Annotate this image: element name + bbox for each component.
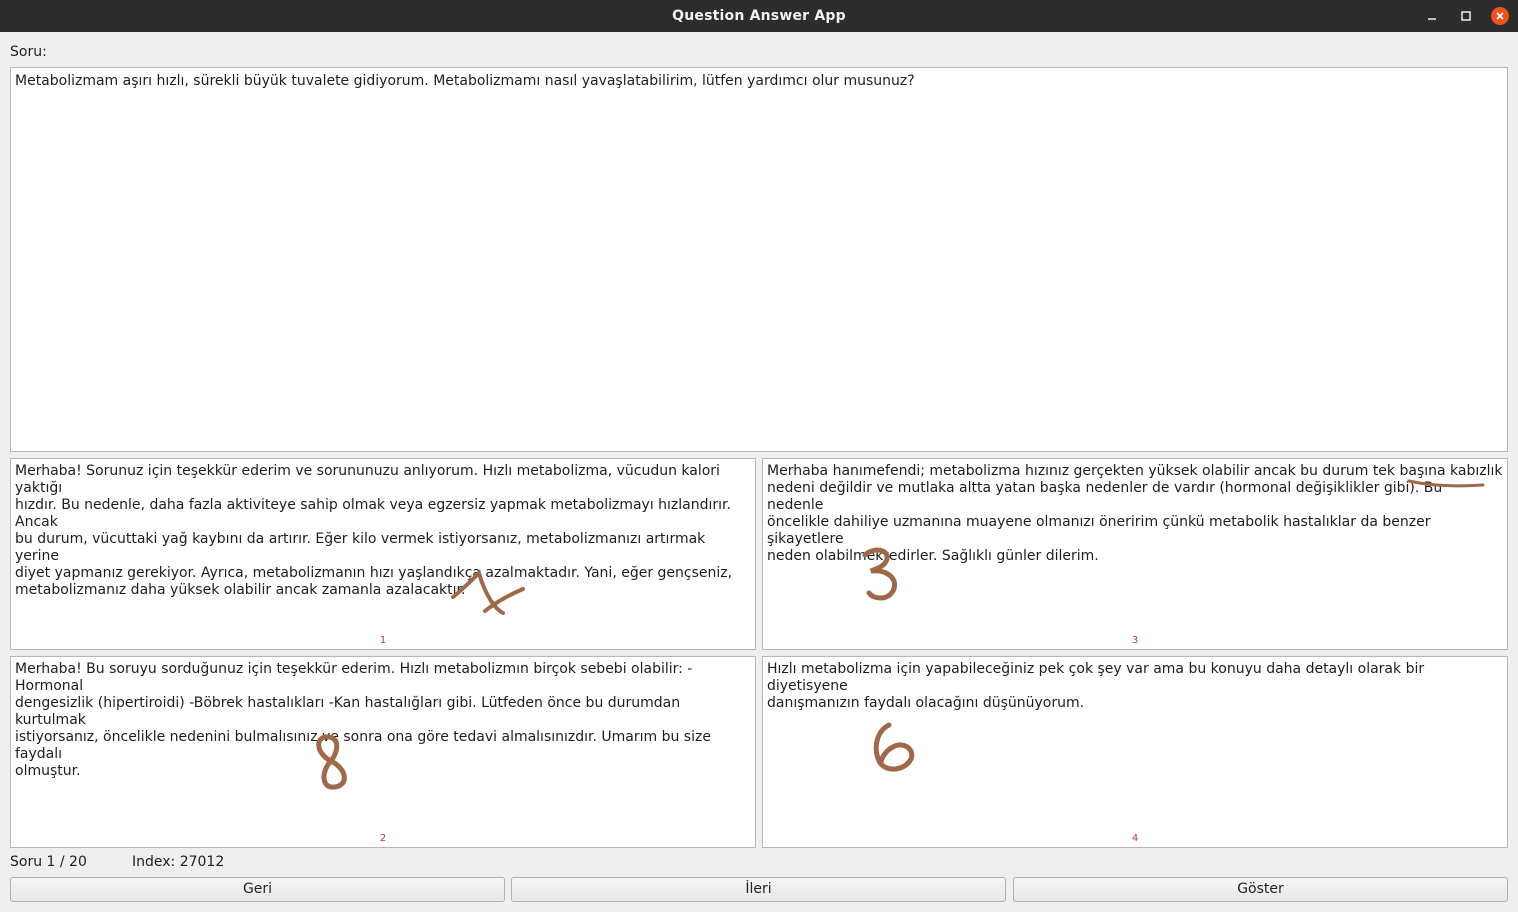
question-index: Index: 27012	[132, 854, 225, 870]
handwritten-mark-2	[316, 734, 347, 790]
back-button[interactable]: Geri	[10, 877, 505, 902]
question-text-area[interactable]: Metabolizmam aşırı hızlı, sürekli büyük …	[10, 67, 1508, 452]
answer-text: Hızlı metabolizma için yapabileceğiniz p…	[767, 661, 1425, 711]
minimize-icon[interactable]	[1422, 6, 1442, 26]
window-controls	[1422, 6, 1510, 26]
handwritten-mark-1	[451, 569, 525, 615]
answer-panel-2[interactable]: Merhaba! Bu soruyu sorduğunuz için teşek…	[10, 656, 756, 848]
handwritten-mark-4	[873, 722, 915, 772]
answer-panel-1[interactable]: Merhaba! Sorunuz için teşekkür ederim ve…	[10, 458, 756, 650]
next-button[interactable]: İleri	[511, 877, 1006, 902]
question-counter: Soru 1 / 20	[10, 854, 87, 870]
close-icon-circle	[1491, 7, 1509, 25]
answer-number: 3	[1131, 635, 1139, 646]
answer-panel-3[interactable]: Merhaba hanımefendi; metabolizma hızınız…	[762, 458, 1508, 650]
show-button[interactable]: Göster	[1013, 877, 1508, 902]
answer-text: Merhaba! Sorunuz için teşekkür ederim ve…	[15, 463, 733, 598]
maximize-icon[interactable]	[1456, 6, 1476, 26]
answer-panel-4[interactable]: Hızlı metabolizma için yapabileceğiniz p…	[762, 656, 1508, 848]
strikethrough-mark	[1407, 479, 1485, 488]
answer-number: 2	[379, 833, 387, 844]
answer-number: 4	[1131, 833, 1139, 844]
window-title: Question Answer App	[672, 8, 846, 24]
title-bar: Question Answer App	[0, 0, 1518, 32]
answer-text: Merhaba! Bu soruyu sorduğunuz için teşek…	[15, 661, 711, 779]
handwritten-mark-3	[862, 547, 897, 601]
close-icon[interactable]	[1490, 6, 1510, 26]
answer-number: 1	[379, 635, 387, 646]
question-label: Soru:	[10, 44, 47, 60]
